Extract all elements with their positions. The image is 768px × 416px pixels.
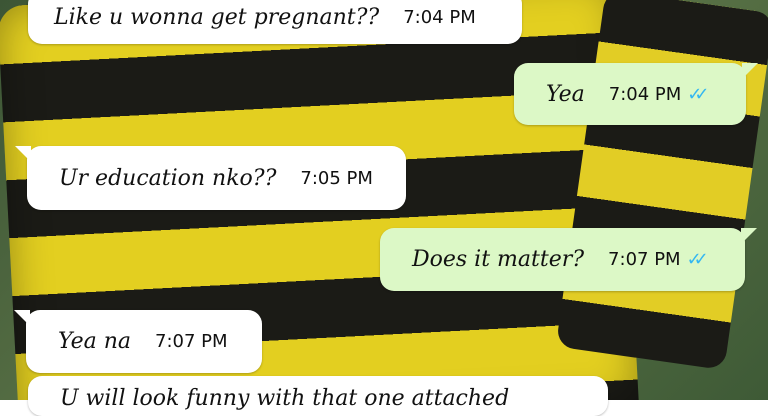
message-meta: 7:04 PM xyxy=(403,7,476,28)
double-check-icon: ✓✓ xyxy=(687,83,709,105)
message-bubble-incoming[interactable]: Like u wonna get pregnant?? 7:04 PM xyxy=(28,0,522,44)
double-check-icon: ✓✓ xyxy=(686,249,709,270)
message-text: Yea na xyxy=(58,329,132,354)
message-meta: 7:05 PM xyxy=(300,168,373,189)
message-bubble-outgoing[interactable]: Yea 7:04 PM ✓✓ xyxy=(514,63,758,125)
message-bubble-incoming[interactable]: Yea na 7:07 PM xyxy=(14,310,262,373)
message-text: Does it matter? xyxy=(412,247,585,272)
message-time: 7:07 PM xyxy=(608,249,681,270)
message-text: Ur education nko?? xyxy=(59,165,277,191)
message-time: 7:07 PM xyxy=(155,331,228,352)
message-meta: 7:07 PM xyxy=(155,331,228,352)
message-meta: 7:07 PM ✓✓ xyxy=(608,249,709,270)
message-time: 7:04 PM xyxy=(608,83,682,105)
message-time: 7:04 PM xyxy=(403,6,476,28)
message-text: U will look funny with that one attached xyxy=(60,386,510,411)
message-bubble-incoming[interactable]: Ur education nko?? 7:05 PM xyxy=(15,146,406,210)
message-bubble-incoming[interactable]: U will look funny with that one attached xyxy=(28,376,608,416)
message-meta: 7:04 PM ✓✓ xyxy=(609,84,710,105)
message-time: 7:05 PM xyxy=(300,167,373,189)
message-text: Like u wonna get pregnant?? xyxy=(54,4,380,30)
message-bubble-outgoing[interactable]: Does it matter? 7:07 PM ✓✓ xyxy=(380,228,757,291)
message-text: Yea xyxy=(546,81,585,107)
